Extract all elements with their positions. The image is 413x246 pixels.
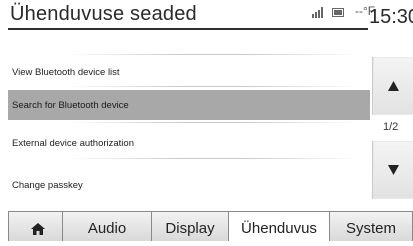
tab-uhenduvus[interactable]: Ühenduvus — [228, 211, 330, 241]
list-divider — [68, 158, 358, 159]
list-divider — [68, 122, 358, 123]
clock: 15:30 — [369, 6, 413, 28]
menu-item-search-bluetooth[interactable]: Search for Bluetooth device — [8, 90, 370, 120]
header-bar: Ühenduvuse seaded --°F 15:30 — [0, 0, 413, 38]
list-divider — [68, 86, 358, 87]
menu-item-external-authorization[interactable]: External device authorization — [8, 128, 370, 158]
menu-item-change-passkey[interactable]: Change passkey — [8, 170, 370, 200]
arrow-up-icon — [388, 81, 399, 91]
title-underline — [8, 28, 368, 30]
menu-item-label: View Bluetooth device list — [12, 67, 120, 78]
bottom-tab-bar: Audio Display Ühenduvus System — [0, 211, 413, 241]
scroll-up-button[interactable] — [372, 57, 413, 115]
list-divider — [68, 54, 358, 55]
menu-item-view-bluetooth-list[interactable]: View Bluetooth device list — [8, 57, 370, 87]
tab-home[interactable] — [8, 211, 63, 241]
menu-item-label: Change passkey — [12, 180, 83, 191]
tab-display[interactable]: Display — [151, 211, 229, 241]
arrow-down-icon — [388, 165, 399, 175]
scroll-down-button[interactable] — [372, 141, 413, 199]
menu-item-label: External device authorization — [12, 138, 134, 149]
menu-item-label: Search for Bluetooth device — [12, 100, 129, 111]
tab-system[interactable]: System — [329, 211, 413, 241]
tab-audio[interactable]: Audio — [62, 211, 152, 241]
signal-icon — [312, 7, 323, 18]
home-icon — [31, 223, 45, 235]
battery-icon — [332, 8, 344, 17]
page-indicator: 1/2 — [383, 121, 399, 133]
page-title: Ühenduvuse seaded — [10, 3, 197, 25]
